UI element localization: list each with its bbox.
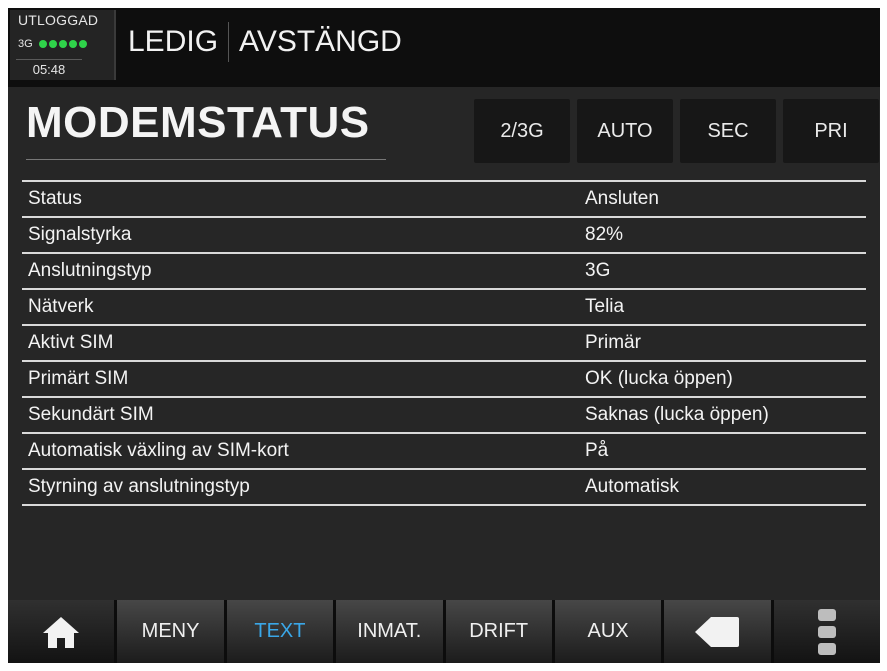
page-title: MODEMSTATUS	[26, 98, 370, 147]
mode-secondary: AVSTÄNGD	[239, 25, 402, 58]
top-status-bar: UTLOGGAD 3G 05:48 LEDIG AVSTÄNGD	[8, 8, 880, 87]
more-vertical-icon	[817, 608, 836, 655]
row-value: Ansluten	[585, 188, 659, 209]
table-row: Signalstyrka 82%	[22, 216, 866, 252]
row-label: Signalstyrka	[28, 224, 132, 245]
row-value: OK (lucka öppen)	[585, 368, 733, 389]
mode-primary: LEDIG	[128, 25, 219, 58]
table-row: Automatisk växling av SIM-kort På	[22, 432, 866, 468]
back-arrow-icon	[695, 616, 740, 647]
home-icon	[43, 616, 80, 648]
title-underline	[26, 159, 386, 160]
row-label: Sekundärt SIM	[28, 404, 154, 425]
row-label: Nätverk	[28, 296, 94, 317]
row-label: Status	[28, 188, 82, 209]
table-row: Status Ansluten	[22, 180, 866, 216]
nav-back-button[interactable]	[664, 600, 774, 663]
nav-item-inmat[interactable]: INMAT.	[336, 600, 446, 663]
table-row: Aktivt SIM Primär	[22, 324, 866, 360]
mode-button-23g[interactable]: 2/3G	[474, 99, 570, 163]
table-row: Primärt SIM OK (lucka öppen)	[22, 360, 866, 396]
bottom-navigation: MENY TEXT INMAT. DRIFT AUX	[8, 600, 880, 663]
network-type: 3G	[18, 38, 33, 50]
status-table: Status Ansluten Signalstyrka 82% Anslutn…	[22, 180, 866, 506]
table-row: Sekundärt SIM Saknas (lucka öppen)	[22, 396, 866, 432]
table-row: Nätverk Telia	[22, 288, 866, 324]
row-value: Primär	[585, 332, 641, 353]
clock: 05:48	[16, 59, 82, 78]
nav-more-button[interactable]	[773, 600, 880, 663]
nav-item-meny[interactable]: MENY	[117, 600, 227, 663]
system-mode: LEDIG AVSTÄNGD	[128, 20, 402, 64]
row-value: Saknas (lucka öppen)	[585, 404, 769, 425]
mode-button-auto[interactable]: AUTO	[577, 99, 673, 163]
login-state: UTLOGGAD	[18, 12, 99, 28]
row-label: Automatisk växling av SIM-kort	[28, 440, 289, 461]
table-row: Styrning av anslutningstyp Automatisk	[22, 468, 866, 506]
table-row: Anslutningstyp 3G	[22, 252, 866, 288]
row-value: Telia	[585, 296, 625, 317]
mode-divider	[228, 22, 230, 62]
nav-item-text[interactable]: TEXT	[226, 600, 337, 663]
row-label: Anslutningstyp	[28, 260, 152, 281]
nav-home-button[interactable]	[8, 600, 118, 663]
row-value: Automatisk	[585, 476, 679, 497]
row-label: Aktivt SIM	[28, 332, 114, 353]
row-value: På	[585, 440, 609, 461]
nav-item-drift[interactable]: DRIFT	[445, 600, 555, 663]
network-indicator: 3G	[18, 38, 87, 50]
mode-button-sec[interactable]: SEC	[680, 99, 776, 163]
mode-button-group: 2/3G AUTO SEC PRI	[474, 99, 879, 163]
row-value: 3G	[585, 260, 611, 281]
row-value: 82%	[585, 224, 624, 245]
row-label: Styrning av anslutningstyp	[28, 476, 250, 497]
system-status-box[interactable]: UTLOGGAD 3G 05:48	[10, 10, 116, 80]
signal-dots-icon	[38, 40, 87, 48]
nav-item-aux[interactable]: AUX	[554, 600, 665, 663]
row-label: Primärt SIM	[28, 368, 129, 389]
modem-status-screen: UTLOGGAD 3G 05:48 LEDIG AVSTÄNGD MODEMST…	[8, 8, 880, 663]
mode-button-pri[interactable]: PRI	[783, 99, 879, 163]
